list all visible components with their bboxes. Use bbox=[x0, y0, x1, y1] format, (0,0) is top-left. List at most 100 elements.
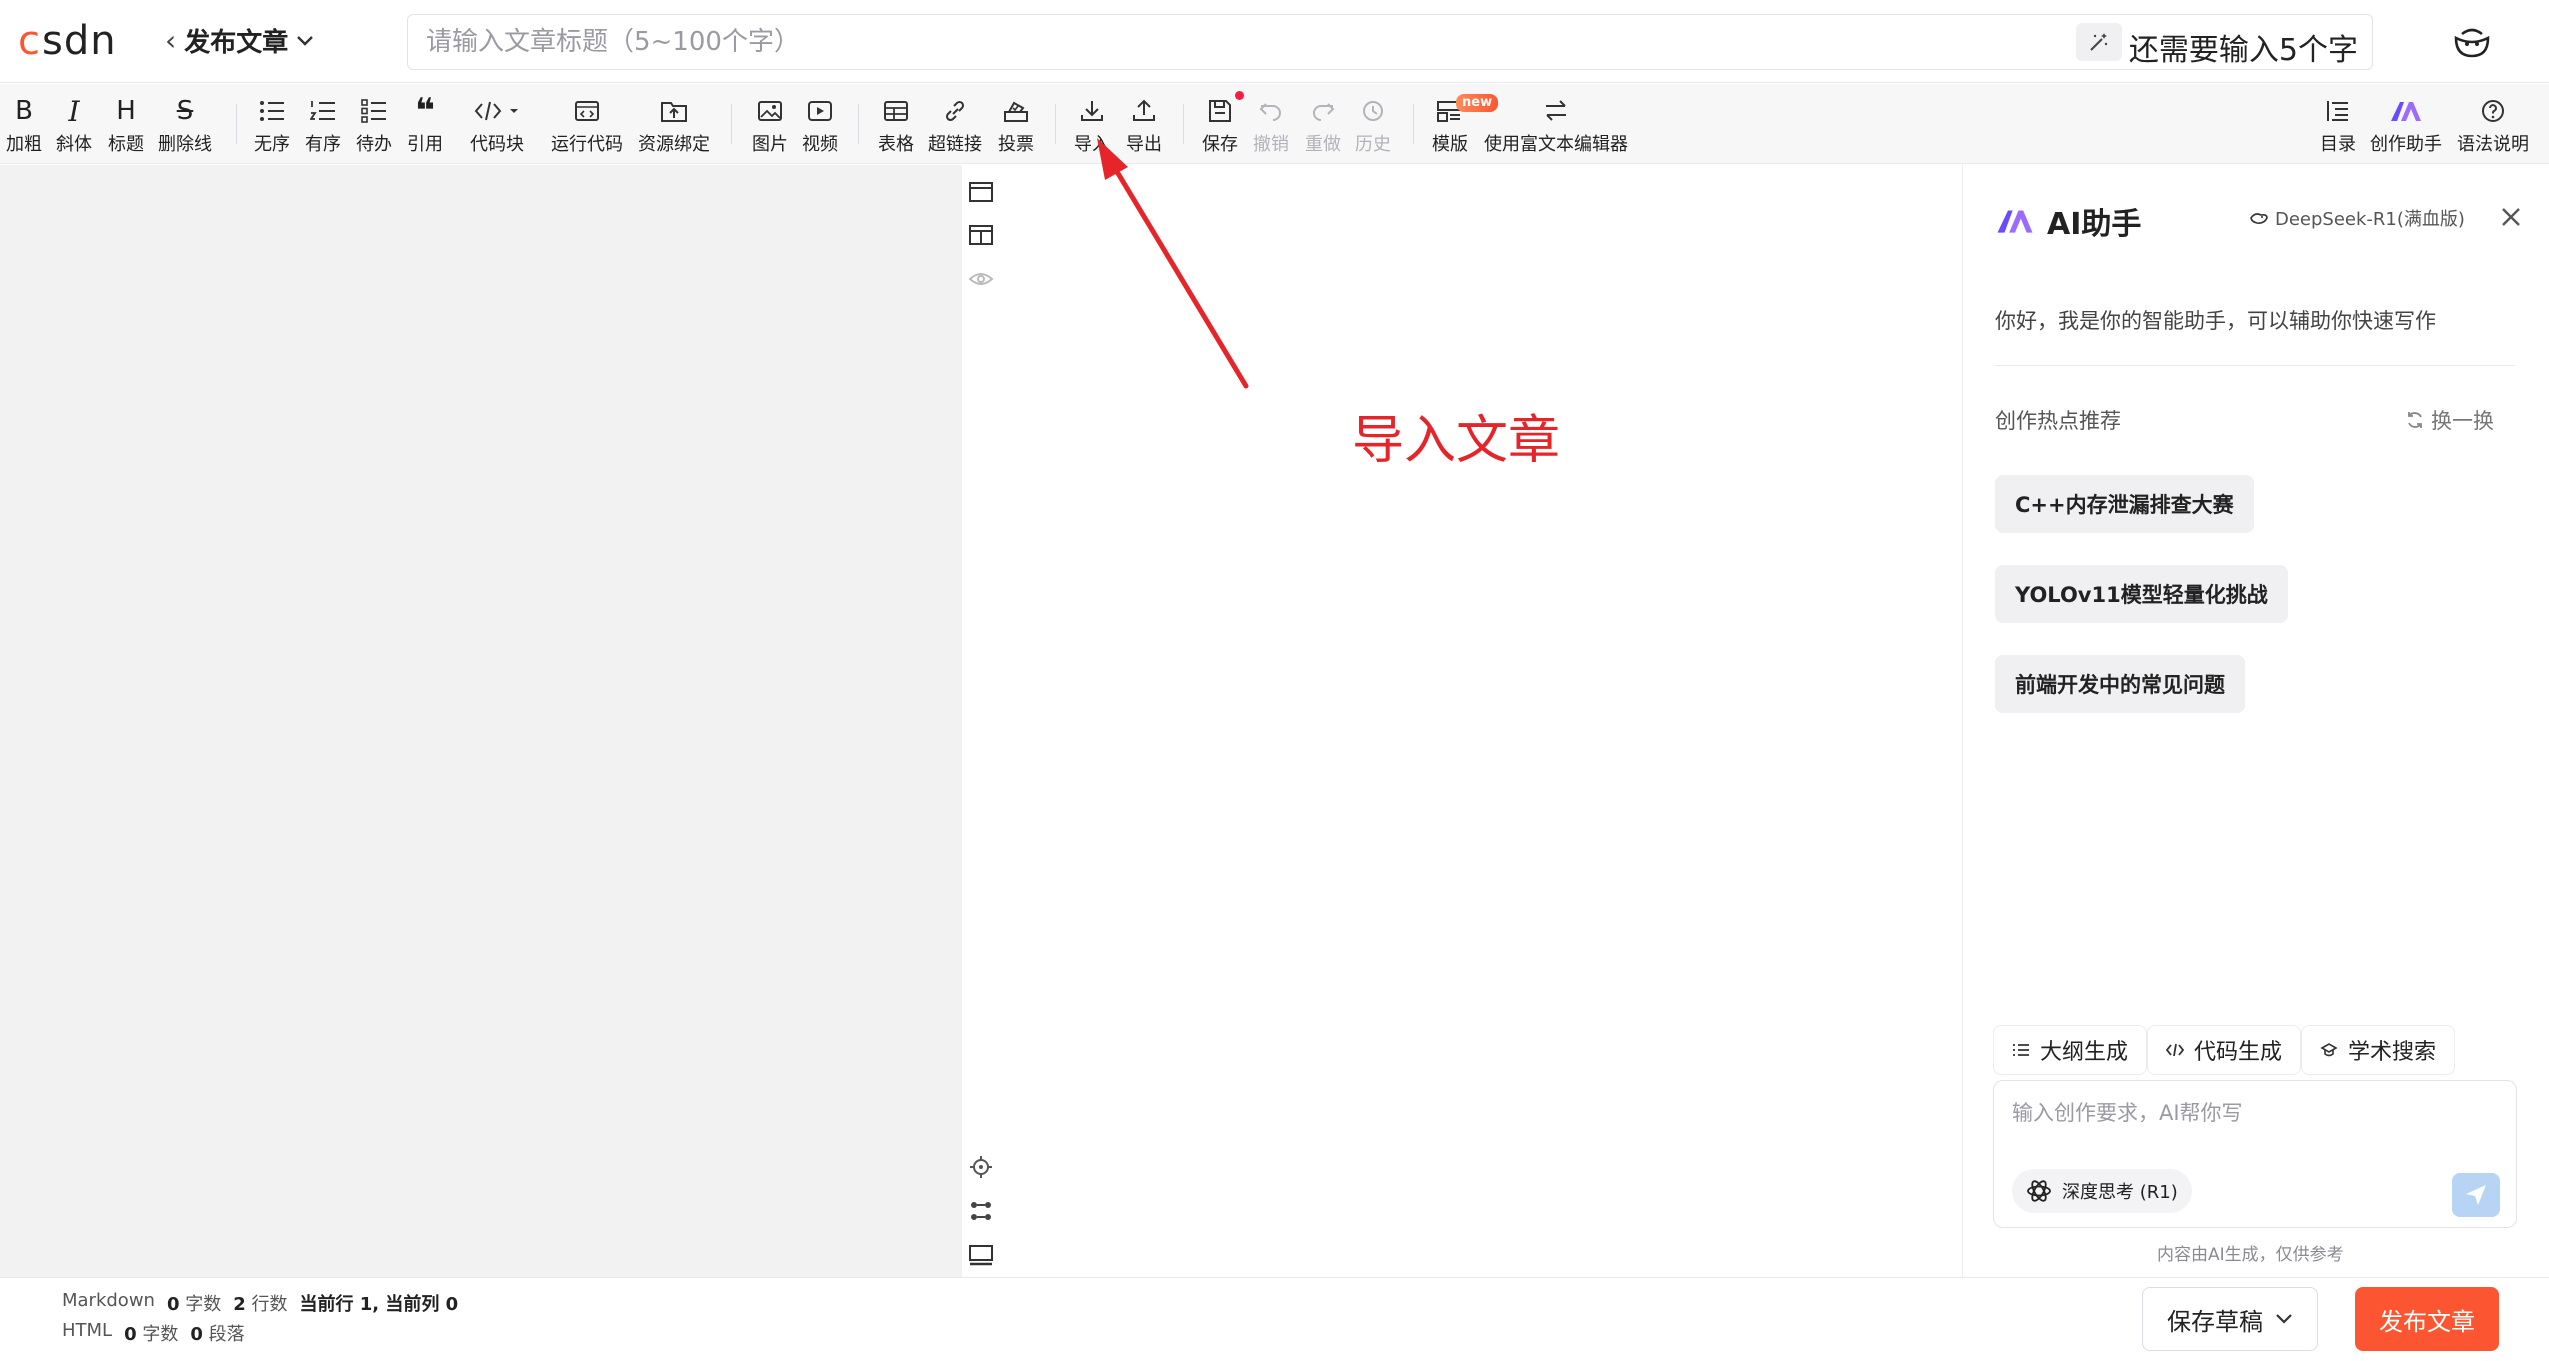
magic-wand-button[interactable] bbox=[2076, 23, 2122, 61]
quote-button[interactable]: ❝ 引用 bbox=[407, 84, 443, 164]
hyperlink-button[interactable]: 超链接 bbox=[928, 84, 982, 164]
user-avatar-icon[interactable] bbox=[2452, 24, 2492, 60]
html-char-unit: 字数 bbox=[142, 1324, 179, 1345]
save-draft-button[interactable]: 保存草稿 bbox=[2142, 1287, 2318, 1351]
history-button[interactable]: 历史 bbox=[1355, 84, 1391, 164]
vote-label: 投票 bbox=[998, 134, 1034, 155]
code-gen-label: 代码生成 bbox=[2194, 1040, 2283, 1065]
redo-button[interactable]: 重做 bbox=[1305, 84, 1341, 164]
resource-label: 资源绑定 bbox=[638, 134, 710, 155]
save-icon bbox=[1209, 100, 1231, 122]
import-button[interactable]: 导入 bbox=[1074, 84, 1110, 164]
title-input-wrapper: 还需要输入5个字 bbox=[407, 14, 2373, 70]
outline-generate-button[interactable]: 大纲生成 bbox=[1993, 1025, 2148, 1075]
markdown-editor-pane[interactable] bbox=[0, 165, 962, 1277]
export-button[interactable]: 导出 bbox=[1126, 84, 1162, 164]
topic-chip[interactable]: 前端开发中的常见问题 bbox=[1995, 655, 2245, 713]
bold-button[interactable]: B 加粗 bbox=[6, 84, 42, 164]
svg-text:c: c bbox=[18, 18, 40, 64]
monitor-icon[interactable] bbox=[968, 1243, 994, 1267]
download-icon bbox=[1081, 101, 1103, 121]
refresh-label: 换一换 bbox=[2431, 409, 2494, 433]
table-button[interactable]: 表格 bbox=[878, 84, 914, 164]
history-icon bbox=[1363, 101, 1383, 121]
toc-button[interactable]: 目录 bbox=[2320, 84, 2356, 164]
italic-icon: I bbox=[68, 94, 80, 128]
video-button[interactable]: 视频 bbox=[802, 84, 838, 164]
ordered-label: 有序 bbox=[305, 134, 341, 155]
academic-label: 学术搜索 bbox=[2348, 1040, 2437, 1065]
publish-button[interactable]: 发布文章 bbox=[2355, 1287, 2499, 1351]
send-button[interactable] bbox=[2452, 1173, 2500, 1217]
italic-button[interactable]: I 斜体 bbox=[56, 84, 92, 164]
topic-label: C++内存泄漏排查大赛 bbox=[2015, 493, 2234, 517]
upload-folder-icon bbox=[661, 102, 687, 122]
heading-label: 标题 bbox=[108, 134, 144, 155]
toolbar-divider bbox=[1413, 104, 1414, 144]
svg-text:sdn: sdn bbox=[42, 18, 117, 64]
codeblock-button[interactable]: 代码块 bbox=[470, 84, 524, 164]
close-icon[interactable] bbox=[2495, 201, 2527, 233]
ai-assist-button[interactable]: 创作助手 bbox=[2370, 84, 2442, 164]
save-button[interactable]: 保存 bbox=[1202, 84, 1238, 164]
shortcut-icon[interactable] bbox=[968, 1199, 994, 1223]
redo-label: 重做 bbox=[1305, 134, 1341, 155]
toc-label: 目录 bbox=[2320, 134, 2356, 155]
toolbar-divider bbox=[1055, 104, 1056, 144]
syntax-help-label: 语法说明 bbox=[2457, 134, 2529, 155]
run-code-label: 运行代码 bbox=[551, 134, 623, 155]
deep-think-toggle[interactable]: 深度思考 (R1) bbox=[2012, 1169, 2192, 1213]
undo-icon bbox=[1259, 103, 1281, 121]
image-label: 图片 bbox=[752, 134, 788, 155]
locate-icon[interactable] bbox=[968, 1155, 994, 1179]
md-char-unit: 字数 bbox=[185, 1294, 222, 1315]
ai-logo-icon bbox=[1997, 210, 2033, 233]
run-code-button[interactable]: 运行代码 bbox=[551, 84, 623, 164]
status-bar: Markdown 0 字数 2 行数 当前行 1, 当前列 0 HTML 0 字… bbox=[0, 1277, 2549, 1361]
academic-search-button[interactable]: 学术搜索 bbox=[2301, 1025, 2456, 1075]
layout-single-icon[interactable] bbox=[968, 180, 994, 204]
deep-think-label: 深度思考 (R1) bbox=[2062, 1182, 2178, 1203]
cursor-position: 当前行 1, 当前列 0 bbox=[299, 1294, 459, 1315]
strike-label: 删除线 bbox=[158, 134, 212, 155]
academic-icon bbox=[2320, 1043, 2338, 1057]
html-label: HTML bbox=[62, 1320, 113, 1341]
code-icon bbox=[2166, 1043, 2184, 1057]
preview-eye-icon[interactable] bbox=[968, 267, 994, 291]
toc-icon bbox=[2327, 101, 2348, 121]
refresh-topics-button[interactable]: 换一换 bbox=[2405, 405, 2494, 435]
code-generate-button[interactable]: 代码生成 bbox=[2147, 1025, 2302, 1075]
video-label: 视频 bbox=[802, 134, 838, 155]
codeblock-label: 代码块 bbox=[470, 134, 524, 155]
syntax-help-button[interactable]: 语法说明 bbox=[2457, 84, 2529, 164]
topic-chip[interactable]: YOLOv11模型轻量化挑战 bbox=[1995, 565, 2288, 623]
ordered-list-button[interactable]: 有序 bbox=[305, 84, 341, 164]
editor-toolbar: B 加粗 I 斜体 H 标题 S 删除线 无序 有序 待办 ❝ 引用 代码块 运… bbox=[0, 84, 2549, 164]
vote-button[interactable]: 投票 bbox=[998, 84, 1034, 164]
hyperlink-label: 超链接 bbox=[928, 134, 982, 155]
model-selector[interactable]: DeepSeek-R1(满血版) bbox=[2249, 205, 2465, 231]
title-input[interactable] bbox=[426, 15, 2026, 69]
import-label: 导入 bbox=[1074, 134, 1110, 155]
resource-bind-button[interactable]: 资源绑定 bbox=[638, 84, 710, 164]
bold-icon: B bbox=[15, 96, 33, 126]
layout-split-icon[interactable] bbox=[968, 223, 994, 247]
back-publish-menu[interactable]: ‹ 发布文章 bbox=[165, 22, 314, 59]
undo-button[interactable]: 撤销 bbox=[1253, 84, 1289, 164]
unsaved-dot bbox=[1235, 91, 1244, 100]
divider bbox=[1995, 365, 2515, 366]
todo-list-button[interactable]: 待办 bbox=[356, 84, 392, 164]
ai-prompt-input[interactable]: 输入创作要求，AI帮你写 深度思考 (R1) bbox=[1993, 1080, 2517, 1228]
csdn-logo[interactable]: c sdn bbox=[18, 14, 138, 66]
history-label: 历史 bbox=[1355, 134, 1391, 155]
heading-button[interactable]: H 标题 bbox=[108, 84, 144, 164]
unordered-label: 无序 bbox=[254, 134, 290, 155]
whale-icon bbox=[2250, 213, 2268, 224]
rich-editor-button[interactable]: 使用富文本编辑器 bbox=[1484, 84, 1628, 164]
image-button[interactable]: 图片 bbox=[752, 84, 788, 164]
strike-button[interactable]: S 删除线 bbox=[158, 84, 212, 164]
unordered-list-button[interactable]: 无序 bbox=[254, 84, 290, 164]
ordered-list-icon bbox=[310, 101, 335, 120]
top-bar: c sdn ‹ 发布文章 还需要输入5个字 bbox=[0, 0, 2549, 83]
topic-chip[interactable]: C++内存泄漏排查大赛 bbox=[1995, 475, 2254, 533]
